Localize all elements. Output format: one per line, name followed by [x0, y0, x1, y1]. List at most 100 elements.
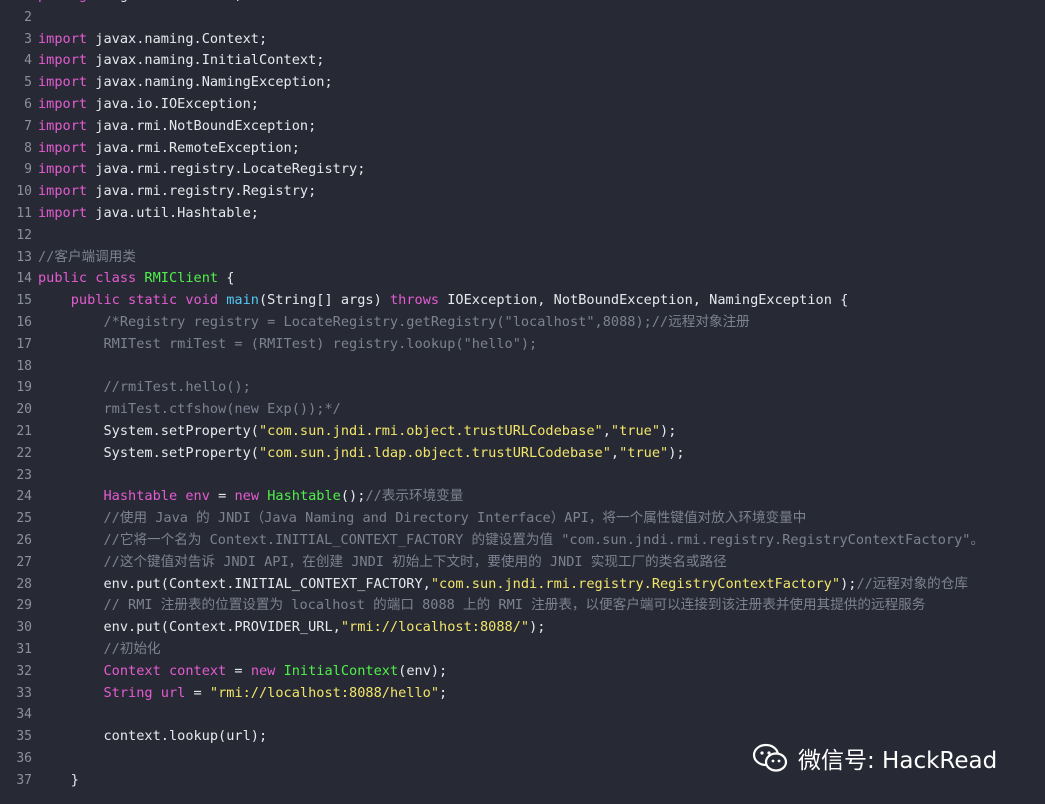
- line-number: 36: [16, 750, 32, 766]
- code-line[interactable]: 14 public class RMIClient {: [0, 268, 1045, 290]
- code-line[interactable]: 6 import java.io.IOException;: [0, 94, 1045, 116]
- code-line[interactable]: 34: [0, 704, 1045, 726]
- code-token: InitialContext: [283, 662, 399, 679]
- code-token: context.lookup(url);: [38, 728, 268, 745]
- code-line[interactable]: 21 System.setProperty("com.sun.jndi.rmi.…: [0, 421, 1045, 443]
- line-number: 37: [16, 772, 32, 788]
- line-number: 28: [16, 576, 32, 592]
- code-token: "true": [610, 422, 661, 439]
- code-token: IOException, NotBoundException, NamingEx…: [447, 292, 849, 309]
- line-number: 13: [16, 249, 32, 265]
- code-token: java.rmi.registry.LocateRegistry;: [95, 161, 366, 178]
- line-code: }: [38, 770, 79, 792]
- code-token: (String[] args): [259, 292, 390, 309]
- line-number: 1: [0, 0, 32, 7]
- code-line[interactable]: 17 RMITest rmiTest = (RMITest) registry.…: [0, 334, 1045, 356]
- code-line[interactable]: 10 import java.rmi.registry.Registry;: [0, 181, 1045, 203]
- code-line[interactable]: 30 env.put(Context.PROVIDER_URL,"rmi://l…: [0, 617, 1045, 639]
- code-token: /*Registry registry = LocateRegistry.get…: [103, 313, 750, 330]
- code-token: ();: [340, 488, 366, 505]
- code-token: "com.sun.jndi.rmi.object.trustURLCodebas…: [258, 422, 603, 439]
- line-code: rmiTest.ctfshow(new Exp());*/: [38, 399, 340, 421]
- code-line[interactable]: 16 /*Registry registry = LocateRegistry.…: [0, 312, 1045, 334]
- line-code: import java.rmi.registry.Registry;: [38, 181, 316, 203]
- code-token: // RMI 注册表的位置设置为 localhost 的端口 8088 上的 R…: [103, 597, 926, 614]
- code-token: ,: [610, 444, 620, 461]
- line-number: 31: [16, 641, 32, 657]
- code-line[interactable]: 8 import java.rmi.RemoteException;: [0, 138, 1045, 160]
- code-token: java.rmi.NotBoundException;: [95, 117, 317, 134]
- code-line[interactable]: 2: [0, 7, 1045, 29]
- line-code: import javax.naming.InitialContext;: [38, 50, 324, 72]
- code-token: Context context: [103, 662, 227, 679]
- code-line[interactable]: 1 package org.ctfshow.main;: [0, 0, 1045, 7]
- code-line[interactable]: 33 String url = "rmi://localhost:8088/he…: [0, 683, 1045, 705]
- line-number: 24: [16, 489, 32, 505]
- code-token: import: [38, 74, 96, 91]
- code-line[interactable]: 26 //它将一个名为 Context.INITIAL_CONTEXT_FACT…: [0, 530, 1045, 552]
- code-token: "com.sun.jndi.ldap.object.trustURLCodeba…: [258, 444, 611, 461]
- code-token: javax.naming.Context;: [95, 30, 268, 47]
- line-code: //rmiTest.hello();: [38, 377, 250, 399]
- code-token: import: [38, 52, 96, 69]
- code-line[interactable]: 12: [0, 225, 1045, 247]
- code-token: import: [38, 161, 96, 178]
- code-line[interactable]: 24 Hashtable env = new Hashtable();//表示环…: [0, 486, 1045, 508]
- code-token: Hashtable env: [103, 488, 210, 505]
- code-line[interactable]: 22 System.setProperty("com.sun.jndi.ldap…: [0, 443, 1045, 465]
- code-line[interactable]: 9 import java.rmi.registry.LocateRegistry…: [0, 159, 1045, 181]
- code-token: java.io.IOException;: [95, 95, 259, 112]
- code-token: ,: [602, 422, 611, 439]
- wechat-watermark: 微信号: HackRead: [752, 732, 997, 784]
- code-line[interactable]: 3 import javax.naming.Context;: [0, 29, 1045, 51]
- code-token: ;: [439, 684, 448, 701]
- code-line[interactable]: 20 rmiTest.ctfshow(new Exp());*/: [0, 399, 1045, 421]
- line-number: 29: [16, 598, 32, 614]
- line-number: 6: [24, 96, 32, 112]
- code-line[interactable]: 7 import java.rmi.NotBoundException;: [0, 116, 1045, 138]
- code-line[interactable]: 23: [0, 465, 1045, 487]
- code-token: RMIClient: [144, 270, 219, 287]
- line-code: String url = "rmi://localhost:8088/hello…: [38, 683, 447, 705]
- code-token: public static void: [70, 292, 227, 309]
- code-line[interactable]: 13 //客户端调用类: [0, 247, 1045, 269]
- code-line[interactable]: 19 //rmiTest.hello();: [0, 377, 1045, 399]
- code-token: "rmi://localhost:8088/": [340, 619, 530, 636]
- line-code: public class RMIClient {: [38, 268, 234, 290]
- code-line[interactable]: 11 import java.util.Hashtable;: [0, 203, 1045, 225]
- code-line[interactable]: 31 //初始化: [0, 639, 1045, 661]
- code-line[interactable]: 28 env.put(Context.INITIAL_CONTEXT_FACTO…: [0, 574, 1045, 596]
- line-code: import javax.naming.NamingException;: [38, 72, 333, 94]
- line-code: import javax.naming.Context;: [38, 29, 267, 51]
- code-token: Hashtable: [267, 488, 341, 505]
- code-token: new: [250, 662, 284, 679]
- code-editor[interactable]: 1package org.ctfshow.main;23import javax…: [0, 0, 1045, 804]
- code-line[interactable]: 4 import javax.naming.InitialContext;: [0, 50, 1045, 72]
- line-number: 20: [16, 402, 32, 418]
- code-token: );: [668, 444, 685, 461]
- line-number: 10: [16, 184, 32, 200]
- line-code: System.setProperty("com.sun.jndi.rmi.obj…: [38, 421, 676, 443]
- code-token: env.put(Context.INITIAL_CONTEXT_FACTORY,: [38, 575, 431, 592]
- code-token: "rmi://localhost:8088/hello": [209, 684, 440, 701]
- code-token: throws: [389, 292, 448, 309]
- code-token: org.ctfshow.main;: [103, 0, 242, 3]
- code-line[interactable]: 25 //使用 Java 的 JNDI（Java Naming and Dire…: [0, 508, 1045, 530]
- code-line[interactable]: 15 public static void main(String[] args…: [0, 290, 1045, 312]
- line-number: 17: [16, 336, 32, 352]
- code-line[interactable]: 27 //这个键值对告诉 JNDI API，在创建 JNDI 初始上下文时，要使…: [0, 552, 1045, 574]
- code-line[interactable]: 18: [0, 356, 1045, 378]
- code-token: );: [529, 619, 546, 636]
- code-line[interactable]: 5 import javax.naming.NamingException;: [0, 72, 1045, 94]
- code-line[interactable]: 29 // RMI 注册表的位置设置为 localhost 的端口 8088 上…: [0, 595, 1045, 617]
- line-number: 3: [24, 31, 32, 47]
- code-line[interactable]: 32 Context context = new InitialContext(…: [0, 661, 1045, 683]
- line-code: public static void main(String[] args) t…: [38, 290, 849, 312]
- code-token: //它将一个名为 Context.INITIAL_CONTEXT_FACTORY…: [103, 531, 985, 548]
- line-code: import java.io.IOException;: [38, 94, 259, 116]
